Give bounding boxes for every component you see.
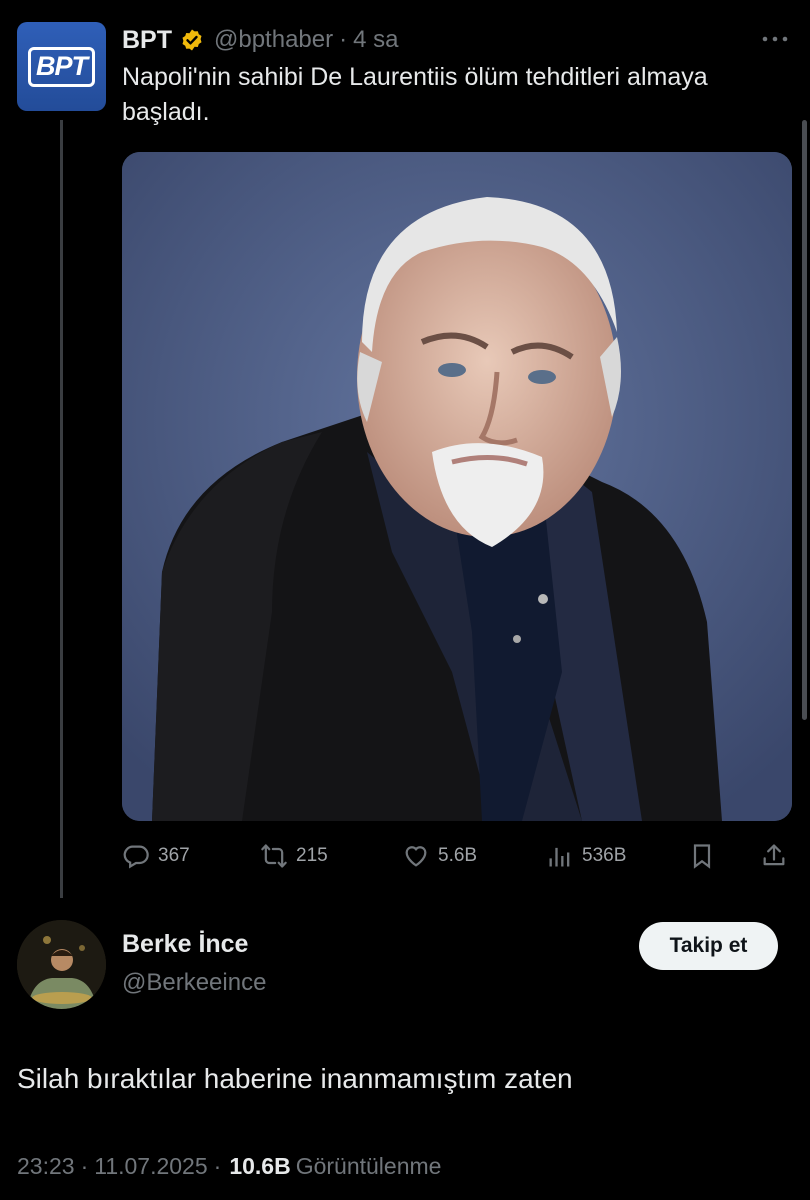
- user-avatar[interactable]: [17, 920, 106, 1009]
- meta-separator: ·: [80, 1153, 89, 1179]
- portrait-illustration: [122, 152, 792, 821]
- user-display-name[interactable]: Berke İnce: [122, 930, 248, 959]
- tweet-time[interactable]: 23:23: [17, 1153, 75, 1180]
- tweet-actions: 367 215 5.6B 536B: [122, 838, 792, 874]
- reply-count: 367: [158, 845, 190, 866]
- like-button[interactable]: 5.6B: [402, 838, 477, 874]
- quoted-handle[interactable]: @bpthaber: [214, 26, 333, 54]
- follow-button[interactable]: Takip et: [639, 922, 778, 970]
- retweet-icon: [261, 844, 287, 868]
- thread-line: [60, 120, 63, 898]
- tweet-views-count: 10.6B: [229, 1153, 291, 1179]
- tweet-views-label: Görüntülenme: [295, 1153, 442, 1179]
- bpt-avatar[interactable]: BPT: [17, 22, 106, 111]
- bookmark-button[interactable]: [688, 838, 724, 874]
- bpt-logo: BPT: [28, 46, 95, 87]
- more-icon[interactable]: [762, 26, 788, 49]
- verified-badge-icon: [182, 29, 202, 51]
- views-button[interactable]: 536B: [546, 838, 626, 874]
- like-count: 5.6B: [438, 845, 478, 866]
- meta-separator-2: ·: [213, 1153, 222, 1179]
- views-count: 536B: [582, 845, 627, 866]
- reply-icon: [123, 845, 149, 869]
- tweet-photo[interactable]: [122, 152, 792, 821]
- retweet-count: 215: [296, 845, 328, 866]
- separator-dot: ·: [339, 26, 348, 53]
- quoted-tweet-text: Napoli'nin sahibi De Laurentiis ölüm teh…: [122, 63, 708, 126]
- quoted-time[interactable]: 4 sa: [353, 26, 398, 54]
- retweet-button[interactable]: 215: [260, 838, 328, 874]
- reply-button[interactable]: 367: [122, 838, 190, 874]
- views-icon: [549, 847, 570, 867]
- user-handle[interactable]: @Berkeeince: [122, 969, 266, 997]
- main-tweet-text: Silah bıraktılar haberine inanmamıştım z…: [17, 1063, 573, 1094]
- scrollbar[interactable]: [802, 120, 807, 720]
- share-icon: [763, 844, 785, 866]
- share-button[interactable]: [760, 838, 796, 874]
- tweet-meta: 23:23 · 11.07.2025 · 10.6B Görüntülenme: [17, 1153, 441, 1180]
- bookmark-icon: [693, 844, 711, 869]
- tweet-date[interactable]: 11.07.2025: [94, 1153, 207, 1180]
- quoted-tweet-header: BPT @bpthaber · 4 sa: [122, 22, 398, 58]
- quoted-author-name[interactable]: BPT: [122, 26, 172, 55]
- like-icon: [405, 846, 427, 867]
- avatar-photo: [17, 920, 106, 1009]
